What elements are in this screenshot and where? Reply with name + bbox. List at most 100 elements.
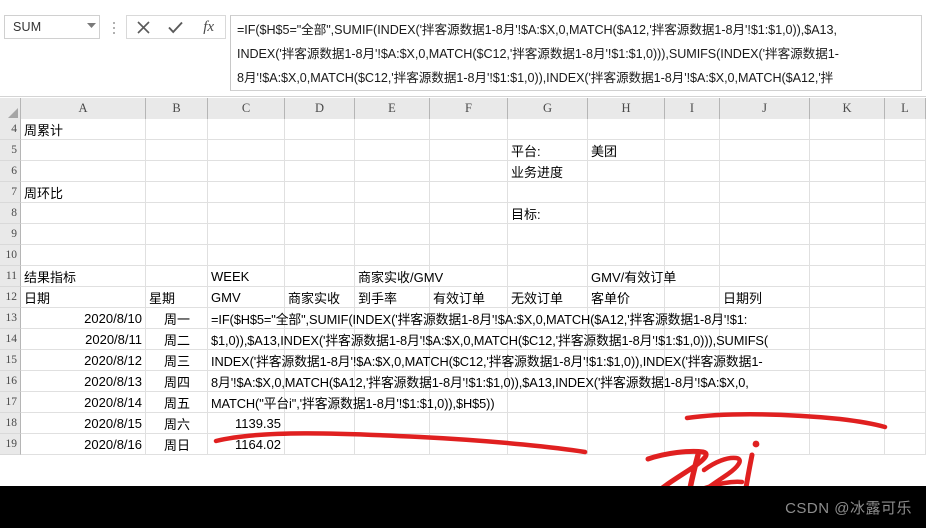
cell-G12[interactable] — [508, 287, 588, 308]
cell-L6[interactable] — [885, 161, 926, 182]
column-header-h[interactable]: H — [588, 98, 665, 119]
cell-C5[interactable] — [208, 140, 285, 161]
cell-F6[interactable] — [430, 161, 508, 182]
cell-H10[interactable] — [588, 245, 665, 266]
row-header-7[interactable]: 7 — [0, 182, 21, 203]
cell-D10[interactable] — [285, 245, 355, 266]
row-header-6[interactable]: 6 — [0, 161, 21, 182]
cell-D12[interactable] — [285, 287, 355, 308]
cell-I18[interactable] — [665, 413, 720, 434]
cell-I11[interactable] — [665, 266, 720, 287]
cell-K6[interactable] — [810, 161, 885, 182]
column-header-d[interactable]: D — [285, 98, 355, 119]
cell-H6[interactable] — [588, 161, 665, 182]
row-header-14[interactable]: 14 — [0, 329, 21, 350]
cell-H9[interactable] — [588, 224, 665, 245]
cell-A15[interactable] — [21, 350, 146, 371]
cell-I5[interactable] — [665, 140, 720, 161]
row-header-4[interactable]: 4 — [0, 119, 21, 140]
cell-B5[interactable] — [146, 140, 208, 161]
cell-G11[interactable] — [508, 266, 588, 287]
cell-K8[interactable] — [810, 203, 885, 224]
cell-C12[interactable] — [208, 287, 285, 308]
cell-G8[interactable] — [508, 203, 588, 224]
cell-J7[interactable] — [720, 182, 810, 203]
cell-F10[interactable] — [430, 245, 508, 266]
cell-L5[interactable] — [885, 140, 926, 161]
cell-J10[interactable] — [720, 245, 810, 266]
cell-B18[interactable] — [146, 413, 208, 434]
close-icon[interactable] — [128, 16, 158, 38]
cell-I9[interactable] — [665, 224, 720, 245]
cell-A12[interactable] — [21, 287, 146, 308]
cell-A10[interactable] — [21, 245, 146, 266]
cell-B4[interactable] — [146, 119, 208, 140]
row-header-15[interactable]: 15 — [0, 350, 21, 371]
cell-G10[interactable] — [508, 245, 588, 266]
cell-F4[interactable] — [430, 119, 508, 140]
cell-H11[interactable] — [588, 266, 665, 287]
cell-B15[interactable] — [146, 350, 208, 371]
spreadsheet-grid[interactable]: 4 5 6 7 8 9 10 11 12 13 14 15 16 17 18 19 周累计 周环比 平台: 美团 业务… — [0, 119, 926, 486]
cell-C8[interactable] — [208, 203, 285, 224]
cell-C6[interactable] — [208, 161, 285, 182]
cell-J9[interactable] — [720, 224, 810, 245]
cell-C9[interactable] — [208, 224, 285, 245]
row-header-9[interactable]: 9 — [0, 224, 21, 245]
cell-I12[interactable] — [665, 287, 720, 308]
cell-J12[interactable] — [720, 287, 810, 308]
cell-B9[interactable] — [146, 224, 208, 245]
cell-K10[interactable] — [810, 245, 885, 266]
cell-C4[interactable] — [208, 119, 285, 140]
cell-H4[interactable] — [588, 119, 665, 140]
cell-C18[interactable] — [208, 413, 285, 434]
cell-G6[interactable] — [508, 161, 588, 182]
column-header-e[interactable]: E — [355, 98, 430, 119]
cell-B16[interactable] — [146, 371, 208, 392]
cell-C11[interactable] — [208, 266, 285, 287]
cell-B6[interactable] — [146, 161, 208, 182]
column-header-f[interactable]: F — [430, 98, 508, 119]
cell-J6[interactable] — [720, 161, 810, 182]
column-header-c[interactable]: C — [208, 98, 285, 119]
cell-B7[interactable] — [146, 182, 208, 203]
cell-L9[interactable] — [885, 224, 926, 245]
cell-F7[interactable] — [430, 182, 508, 203]
cell-D8[interactable] — [285, 203, 355, 224]
cell-J11[interactable] — [720, 266, 810, 287]
row-header-17[interactable]: 17 — [0, 392, 21, 413]
cell-L18[interactable] — [885, 413, 926, 434]
cell-D18[interactable] — [285, 413, 355, 434]
cell-K5[interactable] — [810, 140, 885, 161]
cell-L8[interactable] — [885, 203, 926, 224]
cell-A18[interactable] — [21, 413, 146, 434]
cell-J5[interactable] — [720, 140, 810, 161]
cell-K18[interactable] — [810, 413, 885, 434]
cell-E10[interactable] — [355, 245, 430, 266]
cell-L12[interactable] — [885, 287, 926, 308]
cell-B19[interactable] — [146, 434, 208, 455]
cell-C19[interactable] — [208, 434, 285, 455]
cell-A7[interactable] — [21, 182, 146, 203]
check-icon[interactable] — [161, 16, 191, 38]
row-header-13[interactable]: 13 — [0, 308, 21, 329]
formula-input[interactable]: =IF($H$5="全部",SUMIF(INDEX('拌客源数据1-8月'!$A… — [230, 15, 922, 91]
cell-B17[interactable] — [146, 392, 208, 413]
cell-B13[interactable] — [146, 308, 208, 329]
cell-F5[interactable] — [430, 140, 508, 161]
row-header-11[interactable]: 11 — [0, 266, 21, 287]
cell-G19[interactable] — [508, 434, 588, 455]
cell-D9[interactable] — [285, 224, 355, 245]
cell-G4[interactable] — [508, 119, 588, 140]
cell-H12[interactable] — [588, 287, 665, 308]
cell-A19[interactable] — [21, 434, 146, 455]
cell-F12[interactable] — [430, 287, 508, 308]
cell-J8[interactable] — [720, 203, 810, 224]
cell-K4[interactable] — [810, 119, 885, 140]
cell-C7[interactable] — [208, 182, 285, 203]
cell-I4[interactable] — [665, 119, 720, 140]
cell-K12[interactable] — [810, 287, 885, 308]
row-header-18[interactable]: 18 — [0, 413, 21, 434]
column-header-l[interactable]: L — [885, 98, 926, 119]
cell-K11[interactable] — [810, 266, 885, 287]
